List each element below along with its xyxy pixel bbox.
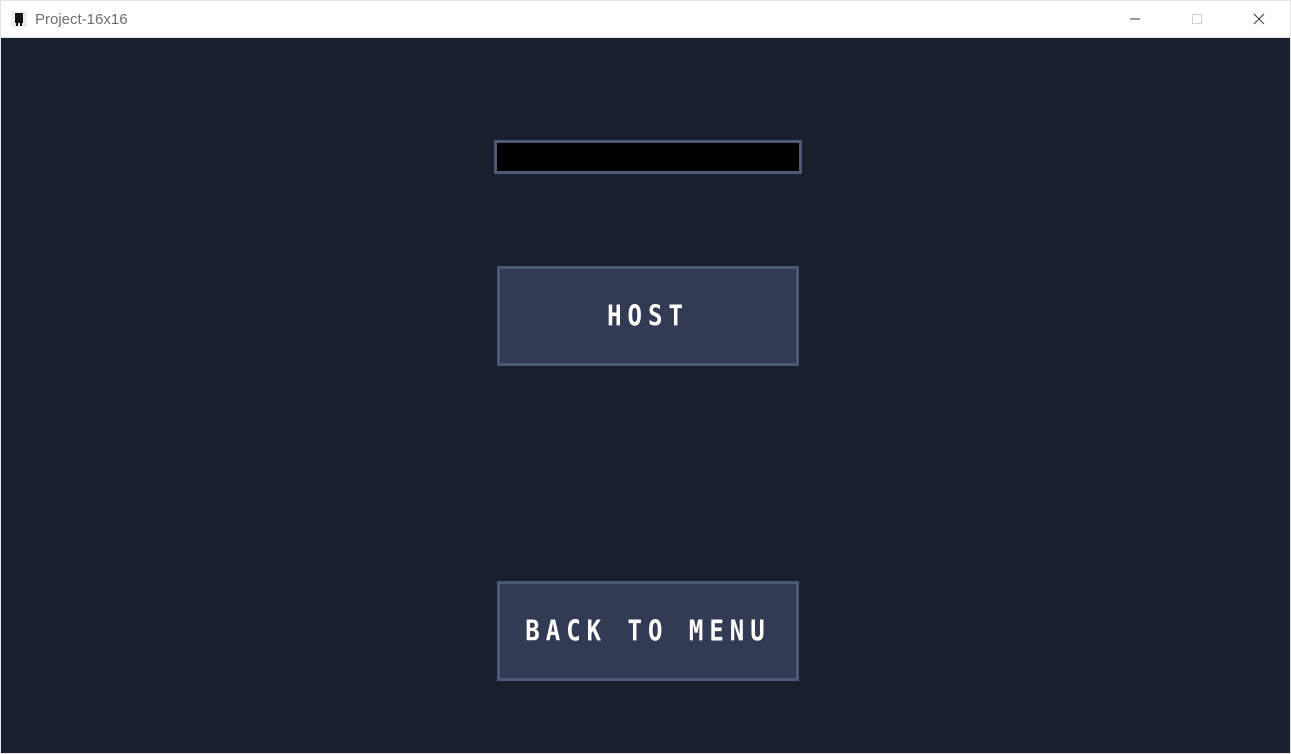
minimize-button[interactable] [1104,1,1166,37]
window-controls [1104,1,1290,37]
host-button[interactable]: HOST [497,266,799,366]
app-icon [11,11,27,27]
game-client-area: HOST BACK TO MENU [0,38,1291,754]
window-title: Project-16x16 [35,11,128,28]
host-button-label: HOST [607,299,689,333]
port-input[interactable] [494,140,802,174]
close-button[interactable] [1228,1,1290,37]
back-to-menu-button[interactable]: BACK TO MENU [497,581,799,681]
window-titlebar: Project-16x16 [0,0,1291,38]
maximize-button[interactable] [1166,1,1228,37]
back-to-menu-button-label: BACK TO MENU [525,614,770,648]
